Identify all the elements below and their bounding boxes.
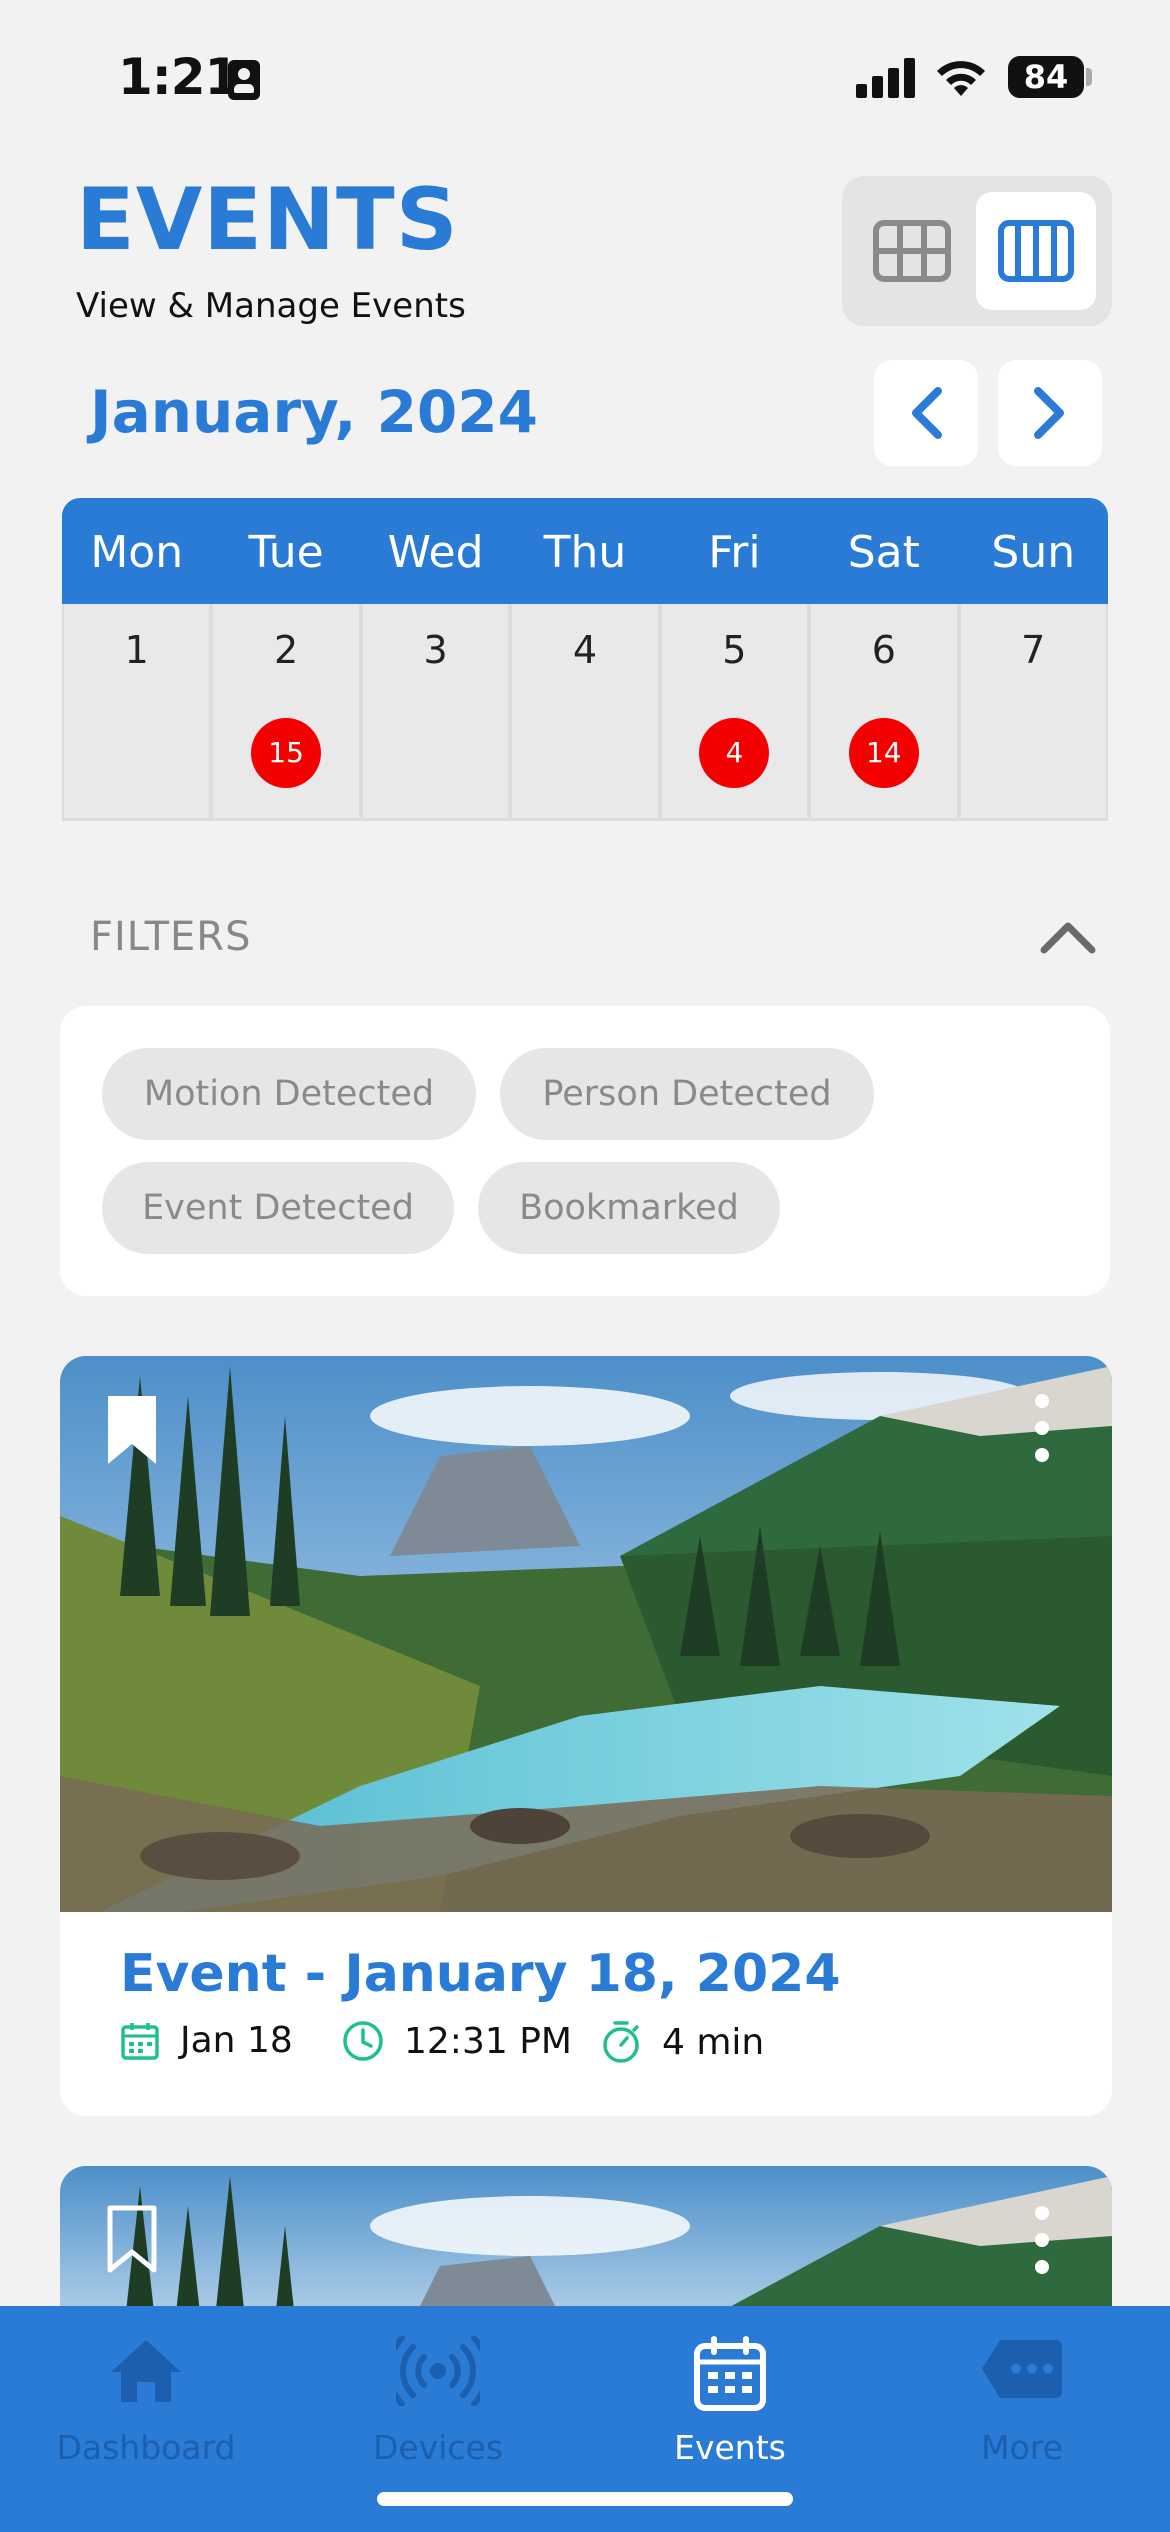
tab-label: Events: [674, 2428, 786, 2467]
calendar-day-cell[interactable]: 2 15: [213, 604, 363, 820]
battery-level: 84: [1008, 56, 1084, 98]
chevron-up-icon[interactable]: [1040, 916, 1096, 956]
grid-icon: [873, 220, 951, 282]
event-title: Event - January 18, 2024: [120, 1944, 841, 2004]
event-count-badge: 4: [699, 718, 770, 788]
event-count-badge: 14: [848, 718, 919, 788]
filters-heading: FILTERS: [90, 914, 252, 960]
event-thumbnail[interactable]: [60, 1356, 1112, 1912]
event-duration: 4 min: [600, 2020, 764, 2064]
filter-chip-event[interactable]: Event Detected: [102, 1162, 454, 1254]
event-time-text: 12:31 PM: [404, 2020, 572, 2062]
page-subtitle: View & Manage Events: [76, 286, 466, 326]
weekday-label: Wed: [387, 527, 484, 578]
day-number: 4: [572, 628, 598, 672]
calendar-day-cell[interactable]: 3: [363, 604, 513, 820]
column-view-button[interactable]: [976, 192, 1096, 310]
month-label: January, 2024: [90, 378, 538, 446]
tab-more[interactable]: More: [876, 2306, 1168, 2532]
home-icon: [111, 2340, 181, 2402]
more-tag-icon: [982, 2340, 1062, 2398]
broadcast-icon: [396, 2336, 480, 2406]
tab-label: Devices: [372, 2428, 504, 2467]
weekday-label: Sun: [991, 527, 1076, 578]
wifi-icon: [937, 61, 985, 96]
filter-chip-motion[interactable]: Motion Detected: [102, 1048, 476, 1140]
grid-view-button[interactable]: [852, 192, 972, 310]
filters-panel: Motion Detected Person Detected Event De…: [60, 1006, 1110, 1296]
clock-icon: [343, 2021, 383, 2061]
weekday-label: Tue: [248, 527, 324, 578]
calendar-day-cell[interactable]: 6 14: [811, 604, 961, 820]
event-date: Jan 18: [120, 2020, 293, 2061]
cellular-signal-icon: [856, 58, 916, 98]
calendar-day-cell[interactable]: 1: [62, 604, 214, 820]
event-date-text: Jan 18: [180, 2020, 293, 2061]
day-number: 6: [871, 628, 896, 672]
more-options-icon[interactable]: [1032, 2206, 1052, 2276]
calendar-icon: [121, 2022, 159, 2060]
event-duration-text: 4 min: [662, 2021, 765, 2063]
calendar-icon: [694, 2336, 766, 2411]
page-title: EVENTS: [76, 170, 459, 270]
columns-icon: [998, 220, 1074, 282]
week-row: 1 2 15 3 4 5 4 6 14 7: [62, 604, 1108, 820]
calendar-bottom-border: [62, 818, 1108, 821]
tab-label: Dashboard: [56, 2428, 236, 2467]
calendar-day-cell[interactable]: 5 4: [662, 604, 812, 820]
status-time: 1:21: [118, 48, 239, 106]
battery-tip: [1086, 68, 1092, 86]
id-card-icon: [228, 60, 260, 100]
weekday-label: Mon: [90, 527, 184, 578]
weekday-header: Mon Tue Wed Thu Fri Sat Sun: [62, 498, 1108, 604]
day-number: 2: [274, 628, 299, 672]
filter-chip-person[interactable]: Person Detected: [500, 1048, 874, 1140]
week-calendar: Mon Tue Wed Thu Fri Sat Sun 1 2 15 3 4 5…: [62, 498, 1108, 821]
calendar-day-cell[interactable]: 4: [512, 604, 662, 820]
landscape-image: [60, 1356, 1112, 1912]
event-time: 12:31 PM: [342, 2020, 572, 2062]
next-month-button[interactable]: [998, 360, 1102, 466]
previous-month-button[interactable]: [874, 360, 978, 466]
tab-label: More: [981, 2428, 1063, 2467]
weekday-label: Fri: [708, 527, 761, 578]
chevron-left-icon: [912, 387, 942, 439]
filter-chip-bookmarked[interactable]: Bookmarked: [478, 1162, 780, 1254]
day-number: 7: [1021, 628, 1046, 672]
day-number: 5: [722, 628, 747, 672]
tab-dashboard[interactable]: Dashboard: [0, 2306, 292, 2532]
home-indicator: [377, 2492, 793, 2506]
bookmark-filled-icon[interactable]: [104, 1392, 160, 1468]
weekday-label: Sat: [847, 527, 920, 578]
day-number: 1: [124, 628, 149, 672]
more-options-icon[interactable]: [1032, 1394, 1052, 1464]
stopwatch-icon: [603, 2021, 639, 2063]
view-toggle: [842, 176, 1112, 326]
day-number: 3: [423, 628, 448, 672]
bookmark-outline-icon[interactable]: [104, 2202, 160, 2278]
event-card[interactable]: Event - January 18, 2024 Jan 18 12:31 PM…: [60, 1356, 1112, 2116]
event-count-badge: 15: [251, 718, 322, 788]
calendar-day-cell[interactable]: 7: [961, 604, 1108, 820]
chevron-right-icon: [1034, 387, 1064, 439]
weekday-label: Thu: [543, 527, 627, 578]
